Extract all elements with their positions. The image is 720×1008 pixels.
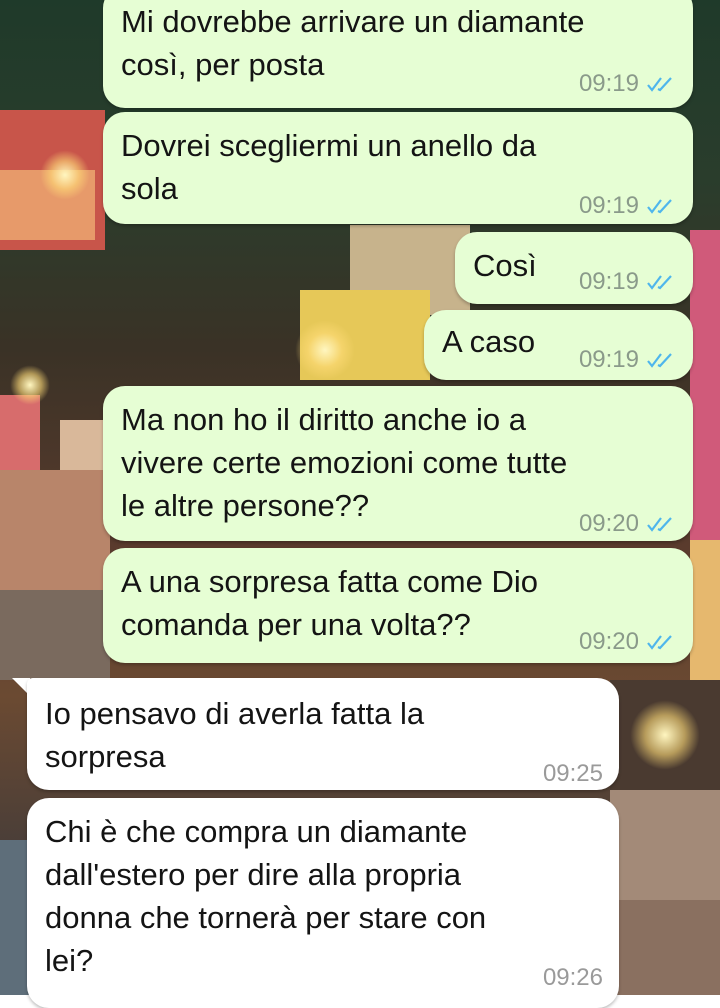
message-bubble-outgoing[interactable]: A una sorpresa fatta come Dio comanda pe… — [103, 548, 693, 663]
message-text: Io pensavo di averla fatta la sorpresa — [45, 696, 425, 774]
read-ticks-icon — [647, 516, 672, 532]
message-bubble-outgoing[interactable]: A caso 09:19 — [424, 310, 693, 380]
read-ticks-icon — [647, 198, 672, 214]
message-bubble-outgoing[interactable]: Ma non ho il diritto anche io a vivere c… — [103, 386, 693, 541]
message-time: 09:19 — [578, 346, 639, 373]
message-text: Mi dovrebbe arrivare un diamante così, p… — [121, 4, 585, 82]
message-text: Dovrei scegliermi un anello da sola — [121, 128, 537, 206]
message-text: Così — [473, 248, 537, 283]
read-ticks-icon — [647, 274, 672, 290]
message-bubble-outgoing[interactable]: Così 09:19 — [455, 232, 693, 304]
message-bubble-outgoing[interactable]: Mi dovrebbe arrivare un diamante così, p… — [103, 0, 693, 108]
message-text: A caso — [442, 324, 536, 359]
message-time: 09:19 — [578, 268, 639, 295]
read-ticks-icon — [647, 76, 672, 92]
message-time: 09:20 — [578, 628, 639, 655]
message-time: 09:19 — [578, 192, 639, 219]
message-time: 09:20 — [578, 510, 639, 537]
message-text: Chi è che compra un diamante dall'estero… — [45, 814, 487, 978]
read-ticks-icon — [647, 634, 672, 650]
message-bubble-outgoing[interactable]: Dovrei scegliermi un anello da sola 09:1… — [103, 112, 693, 224]
message-time: 09:19 — [578, 70, 639, 97]
message-time: 09:26 — [542, 964, 603, 991]
message-bubble-incoming[interactable]: Io pensavo di averla fatta la sorpresa 0… — [27, 678, 619, 790]
message-text: A una sorpresa fatta come Dio comanda pe… — [121, 564, 539, 642]
message-time: 09:25 — [542, 760, 603, 787]
message-bubble-incoming[interactable]: Chi è che compra un diamante dall'estero… — [27, 798, 619, 1008]
message-text: Ma non ho il diritto anche io a vivere c… — [121, 402, 568, 523]
read-ticks-icon — [647, 352, 672, 368]
